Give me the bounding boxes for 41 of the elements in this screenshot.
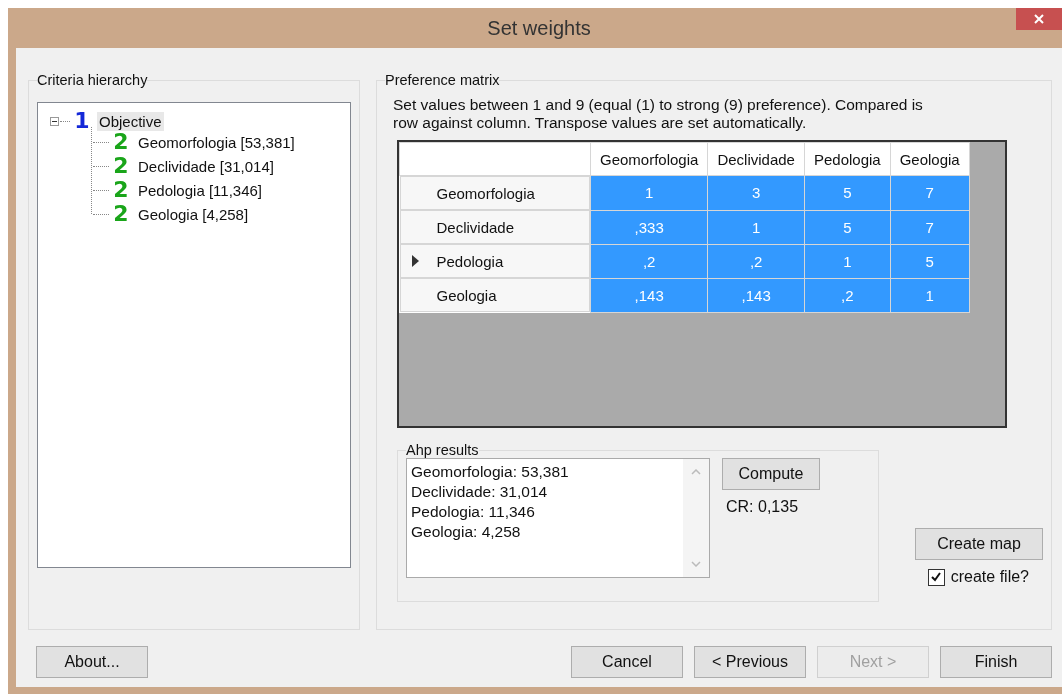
- results-textbox[interactable]: Geomorfologia: 53,381 Declividade: 31,014 Pedologia: 11,346 Geologia: 4,258: [406, 458, 710, 578]
- compute-button[interactable]: Compute: [722, 458, 820, 490]
- level-number: 2: [112, 155, 130, 177]
- column-header: Geologia: [890, 142, 970, 176]
- tree-item[interactable]: Pedologia [11,346]: [136, 180, 264, 200]
- row-header[interactable]: Geomorfologia: [399, 176, 590, 210]
- row-header[interactable]: Pedologia: [399, 244, 590, 278]
- row-header[interactable]: Geologia: [399, 278, 590, 312]
- result-line: Geologia: 4,258: [411, 522, 522, 542]
- column-header: Geomorfologia: [590, 142, 708, 176]
- column-header: Declividade: [707, 142, 805, 176]
- row-header[interactable]: Declividade: [399, 210, 590, 244]
- tree-item[interactable]: Objective: [97, 111, 164, 131]
- level-number: 1: [73, 110, 91, 132]
- collapse-toggle[interactable]: [50, 116, 59, 126]
- checkbox-label[interactable]: create file?: [950, 568, 1029, 586]
- level-number: 2: [113, 131, 129, 153]
- instructions-text: Set values between 1 and 9 (equal (1) to strong (9) preference). Compared is row against column. Transpose values are set automatically.: [393, 96, 924, 132]
- checkbox[interactable]: [927, 568, 945, 586]
- level-number: 2: [112, 179, 130, 201]
- tree-item[interactable]: Geologia [4,258]: [136, 204, 251, 224]
- cr-value: CR: 0,135: [725, 498, 800, 516]
- row-pointer-icon: [412, 255, 419, 267]
- result-line: Pedologia: 11,346: [411, 502, 536, 522]
- level-number: 2: [112, 203, 130, 225]
- dialog-button[interactable]: About...: [36, 646, 148, 678]
- dialog-button[interactable]: < Previous: [694, 646, 806, 678]
- group-title: Preference matrix: [385, 72, 500, 88]
- dialog-button[interactable]: Cancel: [571, 646, 683, 678]
- window-title: Set weights: [487, 16, 591, 40]
- group-title: Ahp results: [406, 442, 479, 458]
- tree-item[interactable]: Geomorfologia [53,381]: [136, 132, 297, 152]
- create-map-button[interactable]: Create map: [915, 528, 1043, 560]
- dialog-button[interactable]: Finish: [940, 646, 1052, 678]
- result-line: Geomorfologia: 53,381: [411, 462, 570, 482]
- tree-item[interactable]: Declividade [31,014]: [136, 156, 276, 176]
- group-title: Criteria hierarchy: [37, 72, 148, 88]
- close-button[interactable]: [1016, 8, 1062, 30]
- result-line: Declividade: 31,014: [411, 482, 549, 502]
- column-header: Pedologia: [804, 142, 891, 176]
- close-icon: [1033, 13, 1045, 25]
